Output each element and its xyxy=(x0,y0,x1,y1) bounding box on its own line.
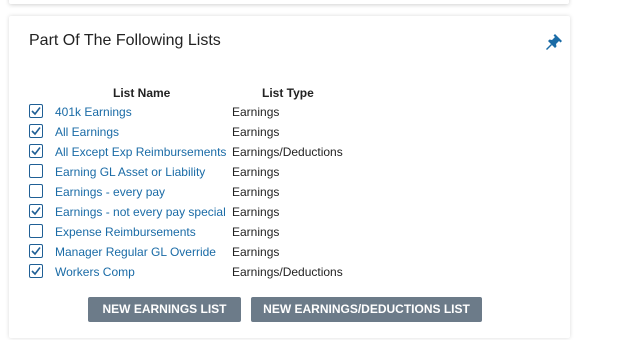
list-name-link[interactable]: All Earnings xyxy=(55,125,119,139)
checkbox-checked[interactable] xyxy=(29,244,43,258)
checkmark-icon xyxy=(31,267,41,276)
list-name-link[interactable]: Earnings - not every pay special xyxy=(55,205,226,219)
table-row: 401k Earnings Earnings xyxy=(9,103,570,123)
table-row: Workers Comp Earnings/Deductions xyxy=(9,263,570,283)
list-name-link[interactable]: Manager Regular GL Override xyxy=(55,245,216,259)
list-name-link[interactable]: Workers Comp xyxy=(55,265,135,279)
checkbox-unchecked[interactable] xyxy=(29,184,43,198)
list-type: Earnings xyxy=(232,165,280,179)
column-header-list-type: List Type xyxy=(262,86,314,100)
checkmark-icon xyxy=(31,127,41,136)
table-row: Manager Regular GL Override Earnings xyxy=(9,243,570,263)
checkmark-icon xyxy=(31,147,41,156)
checkbox-unchecked[interactable] xyxy=(29,164,43,178)
checkbox-checked[interactable] xyxy=(29,104,43,118)
table-row: All Earnings Earnings xyxy=(9,123,570,143)
checkbox-checked[interactable] xyxy=(29,204,43,218)
list-name-link[interactable]: Earnings - every pay xyxy=(55,185,165,199)
panel-title: Part Of The Following Lists xyxy=(29,32,221,49)
column-header-list-name: List Name xyxy=(113,86,171,100)
list-type: Earnings/Deductions xyxy=(232,265,343,279)
list-name-link[interactable]: Earning GL Asset or Liability xyxy=(55,165,205,179)
checkbox-checked[interactable] xyxy=(29,264,43,278)
previous-panel-edge xyxy=(9,0,569,4)
list-name-link[interactable]: Expense Reimbursements xyxy=(55,225,196,239)
checkmark-icon xyxy=(31,207,41,216)
new-earnings-deductions-list-button[interactable]: NEW EARNINGS/DEDUCTIONS LIST xyxy=(251,297,482,322)
checkbox-checked[interactable] xyxy=(29,124,43,138)
list-type: Earnings/Deductions xyxy=(232,145,343,159)
list-type: Earnings xyxy=(232,225,280,239)
checkmark-icon xyxy=(31,107,41,116)
pin-icon[interactable] xyxy=(545,33,563,51)
new-earnings-list-button[interactable]: NEW EARNINGS LIST xyxy=(88,297,241,322)
lists-panel: Part Of The Following Lists List Name Li… xyxy=(9,16,570,338)
table-row: Earnings - not every pay special Earnings xyxy=(9,203,570,223)
list-name-link[interactable]: 401k Earnings xyxy=(55,105,132,119)
checkmark-icon xyxy=(31,247,41,256)
list-type: Earnings xyxy=(232,185,280,199)
list-type: Earnings xyxy=(232,105,280,119)
table-row: Earnings - every pay Earnings xyxy=(9,183,570,203)
list-type: Earnings xyxy=(232,205,280,219)
table-row: All Except Exp Reimbursements Earnings/De… xyxy=(9,143,570,163)
checkbox-checked[interactable] xyxy=(29,144,43,158)
checkbox-unchecked[interactable] xyxy=(29,224,43,238)
list-type: Earnings xyxy=(232,245,280,259)
list-type: Earnings xyxy=(232,125,280,139)
table-row: Earning GL Asset or Liability Earnings xyxy=(9,163,570,183)
table-row: Expense Reimbursements Earnings xyxy=(9,223,570,243)
list-name-link[interactable]: All Except Exp Reimbursements xyxy=(55,145,226,159)
